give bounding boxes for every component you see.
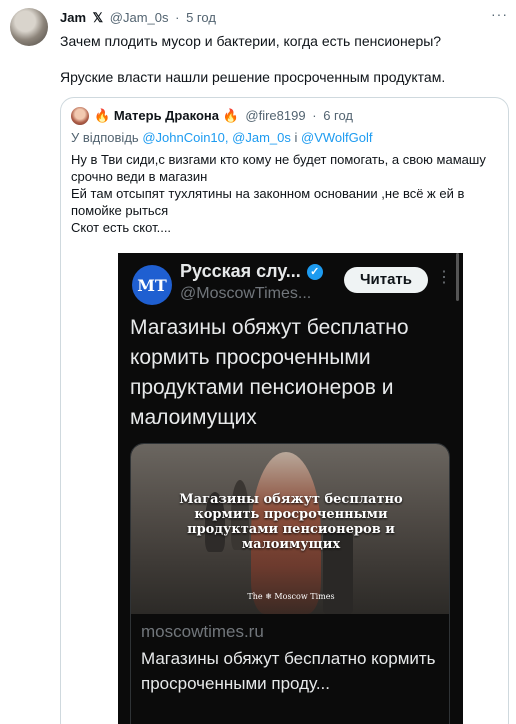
- embed-account-name: Русская слу... ✓: [180, 261, 323, 282]
- card-title: Магазины обяжут бесплатно кормить просро…: [141, 649, 436, 693]
- timestamp[interactable]: 5 год: [186, 10, 216, 25]
- card-domain: moscowtimes.ru: [141, 622, 264, 641]
- author-handle[interactable]: @Jam_0s: [110, 10, 169, 25]
- quote-text-line: Ей там отсыпят тухлятины на законном осн…: [71, 186, 465, 218]
- quote-text-line: Скот есть скот....: [71, 220, 172, 235]
- x-logo-icon: 𝕏: [92, 10, 104, 25]
- quote-author-name[interactable]: Матерь Дракона: [114, 108, 219, 123]
- embed-more-icon: ⋮: [436, 269, 452, 286]
- quote-text-line: Ну в Тви сиди,с визгами кто кому не буде…: [71, 152, 486, 184]
- image-brand: The ❄ Moscow Times: [247, 592, 335, 601]
- verified-icon: ✓: [306, 264, 323, 280]
- quote-avatar[interactable]: [71, 107, 89, 125]
- separator-dot: ·: [312, 108, 317, 123]
- tweet-header: Jam 𝕏 @Jam_0s · 5 год: [60, 10, 216, 28]
- quoted-tweet[interactable]: 🔥 Матерь Дракона 🔥 @fire8199 · 6 год У в…: [60, 97, 509, 724]
- avatar[interactable]: [10, 8, 48, 46]
- fire-icon: 🔥: [94, 108, 111, 123]
- quote-timestamp[interactable]: 6 год: [323, 108, 353, 123]
- follow-button: Читать: [344, 267, 428, 293]
- fire-icon: 🔥: [222, 108, 239, 123]
- embed-account-handle: @MoscowTimes...: [180, 285, 312, 302]
- tweet-text-line: Яруские власти нашли решение просроченны…: [60, 69, 446, 85]
- separator-dot: ·: [175, 10, 180, 25]
- card-image: Магазины обяжут бесплатно кормить просро…: [131, 444, 449, 614]
- reply-prefix: У відповідь: [71, 130, 139, 145]
- more-options-icon[interactable]: ···: [491, 6, 508, 22]
- embedded-screenshot[interactable]: MT Русская слу... ✓ @MoscowTimes... Читат…: [118, 253, 463, 724]
- quote-text: Ну в Тви сиди,с визгами кто кому не буде…: [71, 151, 491, 236]
- author-name[interactable]: Jam: [60, 10, 86, 25]
- moscow-times-logo: MT: [132, 265, 172, 305]
- embed-scrollbar: [456, 253, 459, 301]
- reply-to-line: У відповідь @JohnCoin10, @Jam_0s і @VWol…: [71, 130, 372, 145]
- link-card: Магазины обяжут бесплатно кормить просро…: [130, 443, 450, 724]
- quote-header: 🔥 Матерь Дракона 🔥 @fire8199 · 6 год: [94, 108, 353, 124]
- reply-and: і: [294, 130, 298, 145]
- embed-headline: Магазины обяжут бесплатно кормить просро…: [130, 316, 409, 429]
- image-overlay-text: Магазины обяжут бесплатно кормить просро…: [179, 492, 403, 552]
- tweet-text-line: Зачем плодить мусор и бактерии, когда ес…: [60, 33, 442, 49]
- tweet-text: Зачем плодить мусор и бактерии, когда ес…: [60, 32, 500, 104]
- quote-author-handle[interactable]: @fire8199: [245, 108, 305, 123]
- reply-user-link[interactable]: @Jam_0s: [232, 130, 291, 145]
- tweet[interactable]: Jam 𝕏 @Jam_0s · 5 год ··· Зачем плодить …: [0, 0, 516, 724]
- reply-user-link[interactable]: @JohnCoin10,: [142, 130, 228, 145]
- embed-account-name-text: Русская слу...: [180, 261, 301, 281]
- reply-user-link[interactable]: @VWolfGolf: [301, 130, 372, 145]
